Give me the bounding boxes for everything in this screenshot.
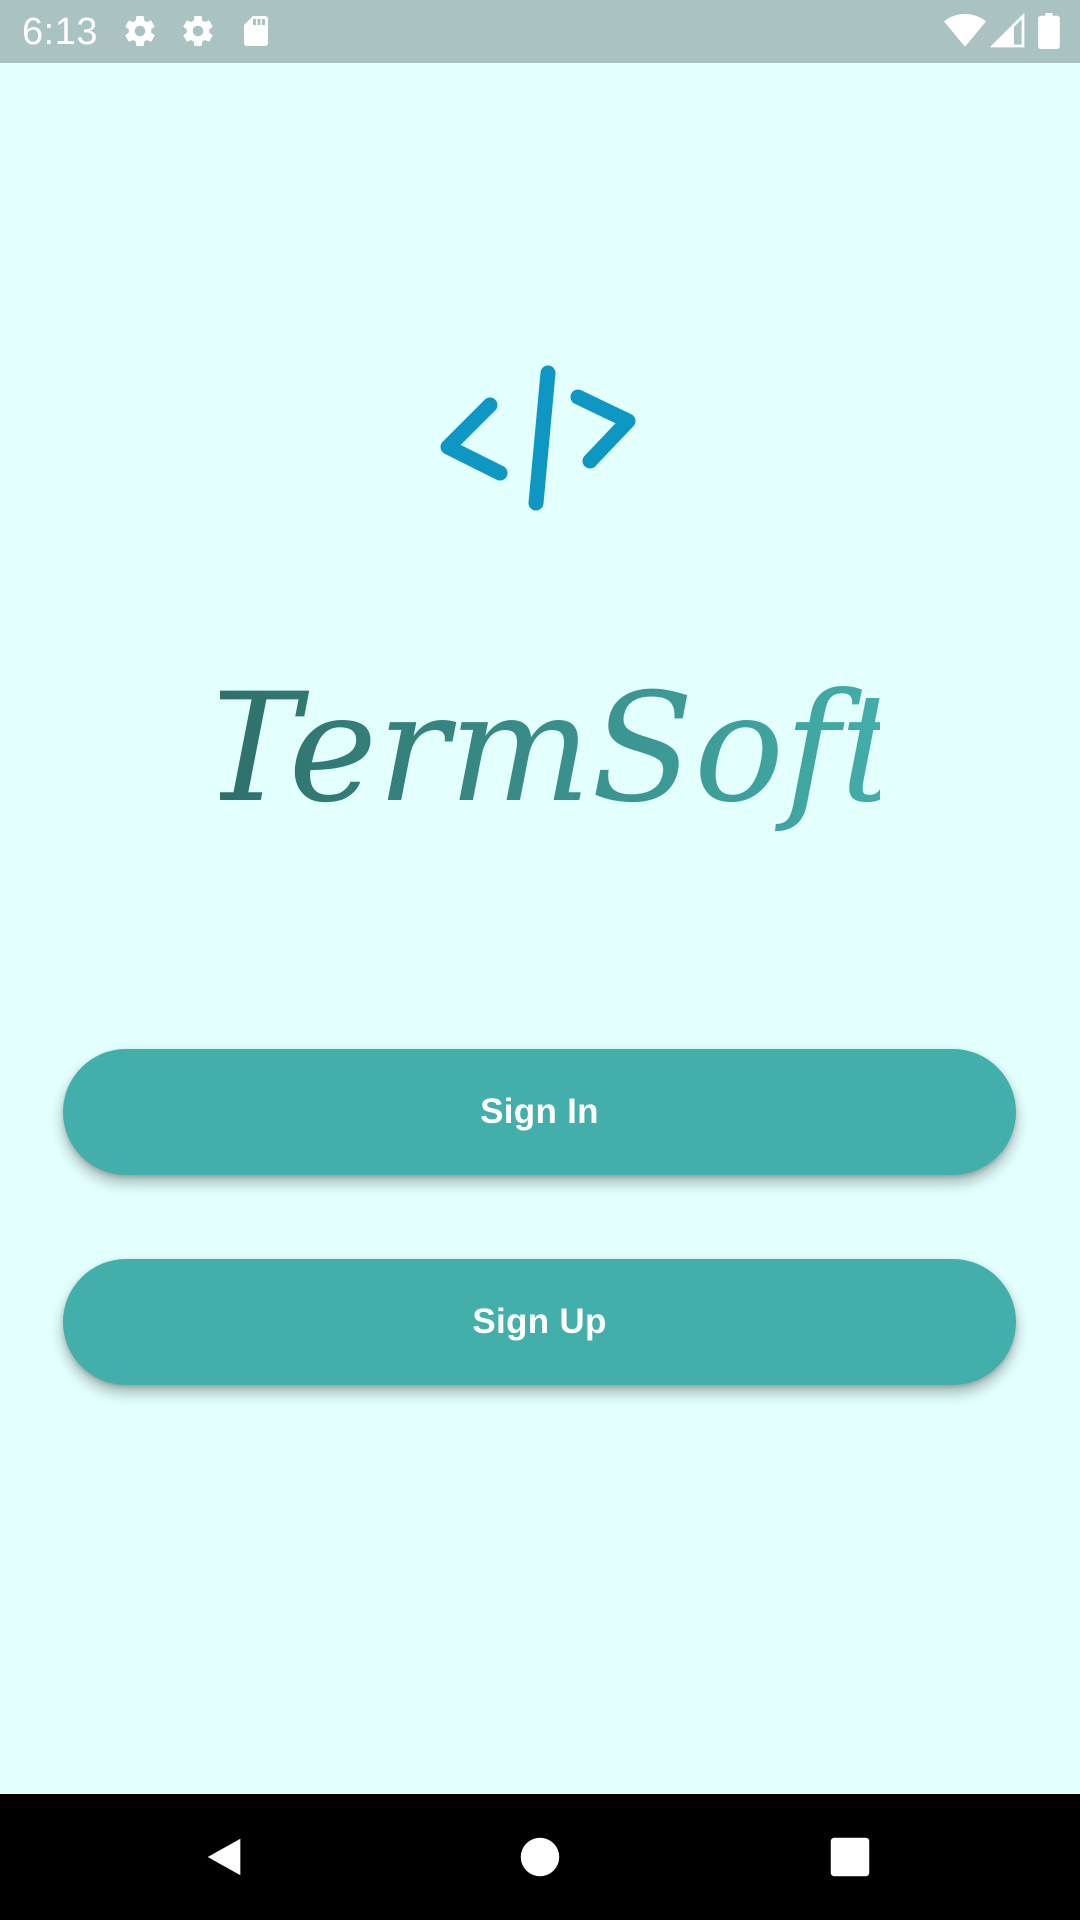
home-icon[interactable]	[505, 1822, 575, 1892]
status-time: 6:13	[22, 11, 98, 53]
gear-icon	[180, 13, 216, 49]
wifi-icon	[944, 13, 986, 49]
sign-in-label: Sign In	[480, 1092, 599, 1131]
sign-in-button[interactable]: Sign In	[63, 1049, 1016, 1175]
sign-up-button[interactable]: Sign Up	[63, 1259, 1016, 1385]
gear-icon	[122, 13, 158, 49]
sign-up-label: Sign Up	[472, 1302, 607, 1341]
cell-signal-icon	[989, 12, 1026, 49]
navigation-bar	[0, 1794, 1080, 1920]
recents-icon[interactable]	[815, 1822, 885, 1892]
sd-card-icon	[238, 13, 274, 49]
welcome-screen: 6:13 TermSoft Sign In Sign Up	[0, 0, 1080, 1920]
status-bar: 6:13	[0, 0, 1080, 63]
logo-code-icon	[430, 355, 650, 525]
app-wordmark: TermSoft	[200, 640, 901, 890]
back-icon[interactable]	[190, 1822, 260, 1892]
battery-icon	[1038, 13, 1060, 49]
wordmark-text: TermSoft	[220, 662, 880, 836]
